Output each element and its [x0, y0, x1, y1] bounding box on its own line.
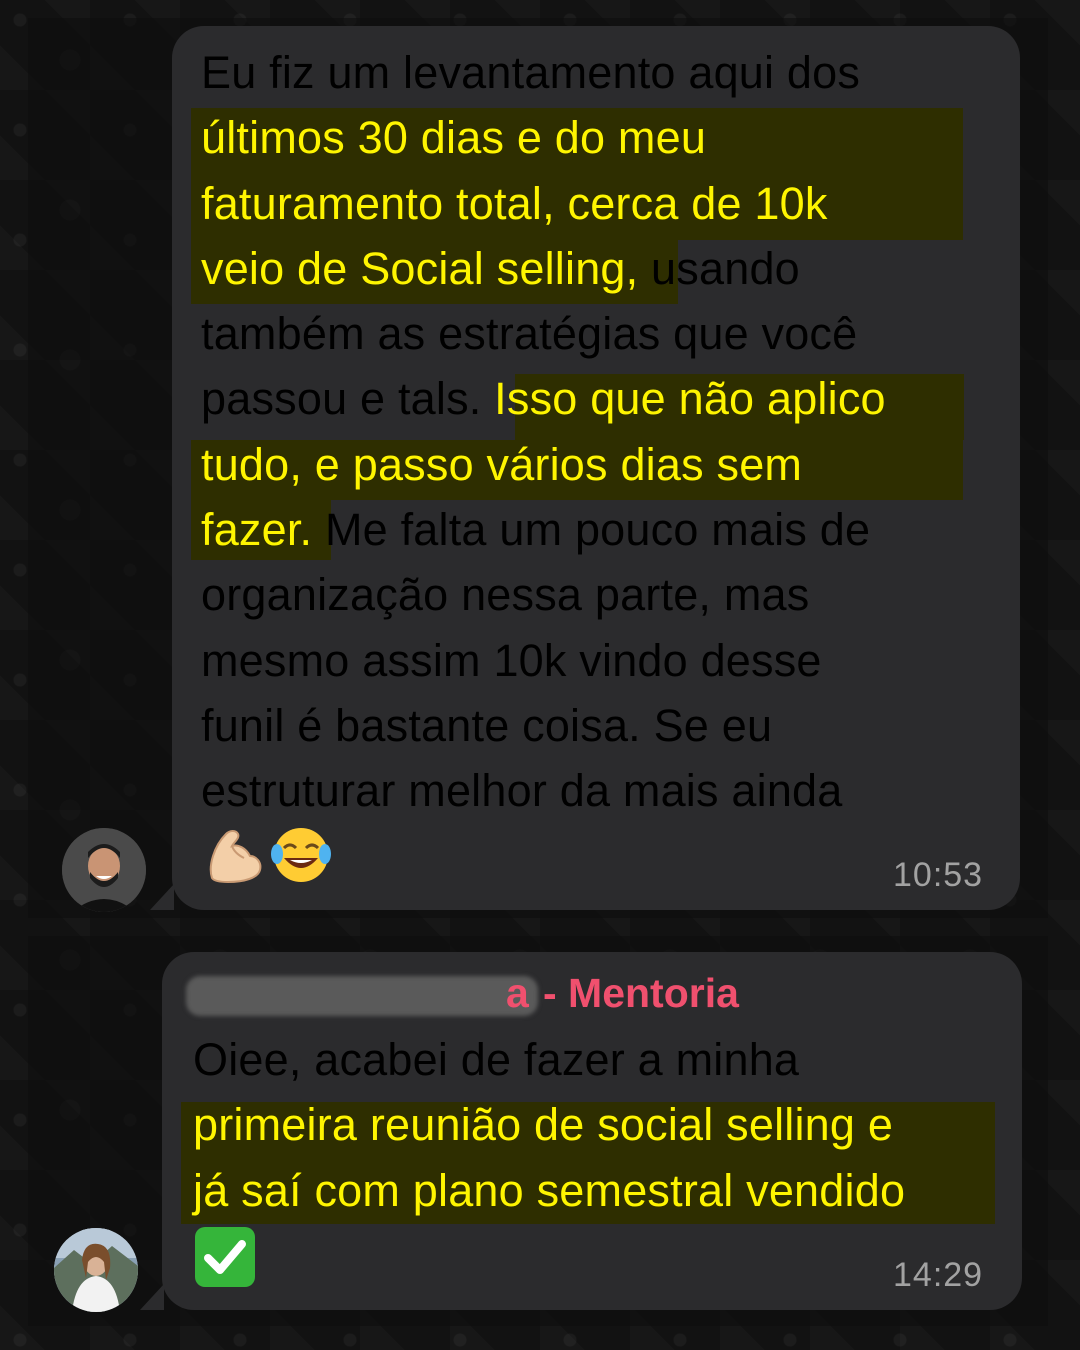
highlighted-line: faturamento total, cerca de 10k [201, 177, 828, 229]
text-span: passou e tals. [201, 373, 495, 425]
bubble-tail-1 [150, 884, 174, 910]
text-line: estruturar melhor da mais ainda [201, 765, 843, 817]
message-text-2: Oiee, acabei de fazer a minha primeira r… [193, 1027, 905, 1223]
sender-name-partial: a [506, 970, 529, 1016]
text-line: Oiee, acabei de fazer a minha [193, 1034, 800, 1085]
highlighted-span: fazer. [201, 504, 313, 556]
message-text-1: Eu fiz um levantamento aqui dos últimos … [201, 40, 886, 824]
woman-avatar[interactable] [54, 1228, 138, 1312]
check-mark-emoji [194, 1226, 256, 1293]
text-line: fazer. Me falta um pouco mais de [201, 497, 886, 562]
flexed-biceps-emoji [204, 826, 264, 889]
highlighted-span: Isso que não aplico [494, 373, 886, 425]
text-line: funil é bastante coisa. Se eu [201, 699, 773, 751]
message-timestamp: 10:53 [893, 856, 984, 894]
woman-avatar-icon [54, 1228, 138, 1312]
highlighted-line: primeira reunião de social selling e [193, 1099, 894, 1151]
highlighted-line: tudo, e passo vários dias sem [201, 438, 803, 490]
text-span: Me falta um pouco mais de [312, 504, 871, 556]
highlighted-line: já saí com plano semestral vendido [193, 1164, 906, 1216]
text-span: usando [638, 242, 800, 294]
text-line: organização nessa parte, mas [201, 569, 810, 621]
text-line: veio de Social selling, usando [201, 236, 886, 301]
highlighted-line: últimos 30 dias e do meu [201, 112, 707, 164]
text-line: Eu fiz um levantamento aqui dos [201, 47, 861, 98]
text-line: mesmo assim 10k vindo desse [201, 634, 822, 686]
tears-of-joy-emoji [270, 826, 332, 889]
text-line: também as estratégias que você [201, 308, 858, 360]
highlighted-span: veio de Social selling, [201, 242, 639, 294]
sender-name: - Mentoria [543, 970, 739, 1016]
bubble-tail-2 [140, 1284, 164, 1310]
message-timestamp: 14:29 [893, 1256, 984, 1294]
man-avatar-icon [62, 828, 146, 912]
text-line: passou e tals. Isso que não aplico [201, 366, 886, 431]
man-avatar[interactable] [62, 828, 146, 912]
redacted-sender-name [186, 976, 538, 1016]
